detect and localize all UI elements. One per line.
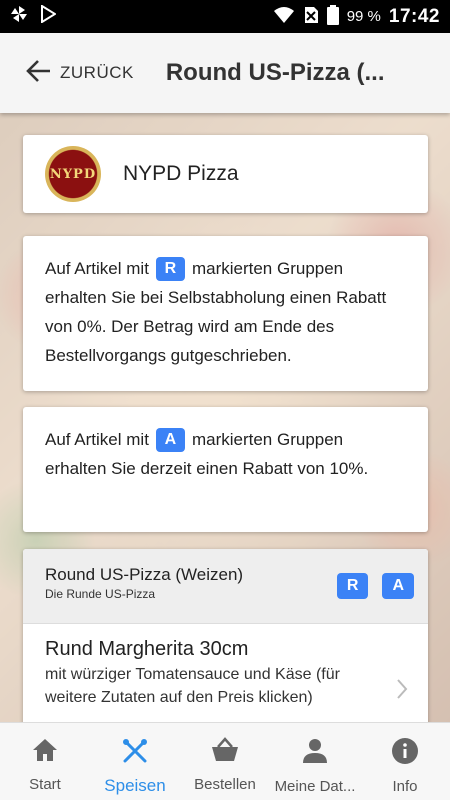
tab-label: Bestellen bbox=[194, 776, 256, 793]
badge-r: R bbox=[155, 257, 186, 281]
restaurant-card: NYPD NYPD Pizza bbox=[23, 135, 428, 213]
restaurant-name: NYPD Pizza bbox=[123, 162, 239, 185]
tab-label: Info bbox=[392, 778, 418, 795]
tab-meine-daten[interactable]: Meine Dat... bbox=[270, 723, 360, 800]
info-icon bbox=[391, 737, 419, 770]
bottom-tab-bar: Start Speisen Bestellen Meine Dat... Inf… bbox=[0, 722, 450, 800]
back-label: ZURÜCK bbox=[60, 63, 134, 82]
tab-label: Start bbox=[29, 776, 61, 793]
arrow-left-icon bbox=[26, 59, 52, 88]
group-badge-r: R bbox=[336, 573, 369, 599]
app-bar: ZURÜCK Round US-Pizza (... bbox=[0, 33, 450, 113]
status-bar: 99 % 17:42 bbox=[0, 0, 450, 33]
person-icon bbox=[301, 737, 329, 770]
pinwheel-icon bbox=[10, 5, 28, 28]
item-name: Rund Margherita 30cm bbox=[45, 638, 249, 660]
content-area[interactable]: NYPD NYPD Pizza Auf Artikel mit R markie… bbox=[0, 113, 450, 722]
tab-label: Speisen bbox=[104, 776, 166, 795]
tab-label: Meine Dat... bbox=[274, 778, 356, 795]
battery-percentage: 99 % bbox=[346, 8, 381, 25]
tab-bestellen[interactable]: Bestellen bbox=[180, 723, 270, 800]
discount-info-general: Auf Artikel mit A markierten Gruppen erh… bbox=[23, 407, 428, 532]
tab-start[interactable]: Start bbox=[0, 723, 90, 800]
clock: 17:42 bbox=[388, 5, 440, 27]
discount-info-pickup: Auf Artikel mit R markierten Gruppen erh… bbox=[23, 236, 428, 391]
home-icon bbox=[31, 737, 59, 768]
item-description: mit würziger Tomatensauce und Käse (für … bbox=[45, 666, 340, 706]
menu-item[interactable]: Rund Margherita 30cm mit würziger Tomate… bbox=[23, 624, 428, 709]
restaurant-logo: NYPD bbox=[45, 146, 101, 202]
play-store-icon bbox=[40, 4, 57, 28]
menu-list: Round US-Pizza (Weizen) Die Runde US-Piz… bbox=[23, 549, 428, 722]
basket-icon bbox=[210, 737, 240, 768]
info-text-before: Auf Artikel mit bbox=[45, 430, 149, 449]
battery-icon bbox=[326, 4, 339, 29]
chevron-right-icon bbox=[396, 678, 408, 705]
info-text-before: Auf Artikel mit bbox=[45, 259, 149, 278]
group-badge-a: A bbox=[382, 573, 414, 599]
back-button[interactable]: ZURÜCK bbox=[26, 59, 134, 88]
no-sim-icon bbox=[303, 6, 319, 28]
menu-group-header: Round US-Pizza (Weizen) Die Runde US-Piz… bbox=[23, 549, 428, 624]
badge-a: A bbox=[155, 428, 186, 452]
tab-speisen[interactable]: Speisen bbox=[90, 723, 180, 800]
tab-info[interactable]: Info bbox=[360, 723, 450, 800]
wifi-icon bbox=[273, 6, 295, 28]
cutlery-icon bbox=[121, 737, 149, 770]
page-title: Round US-Pizza (... bbox=[165, 59, 385, 86]
